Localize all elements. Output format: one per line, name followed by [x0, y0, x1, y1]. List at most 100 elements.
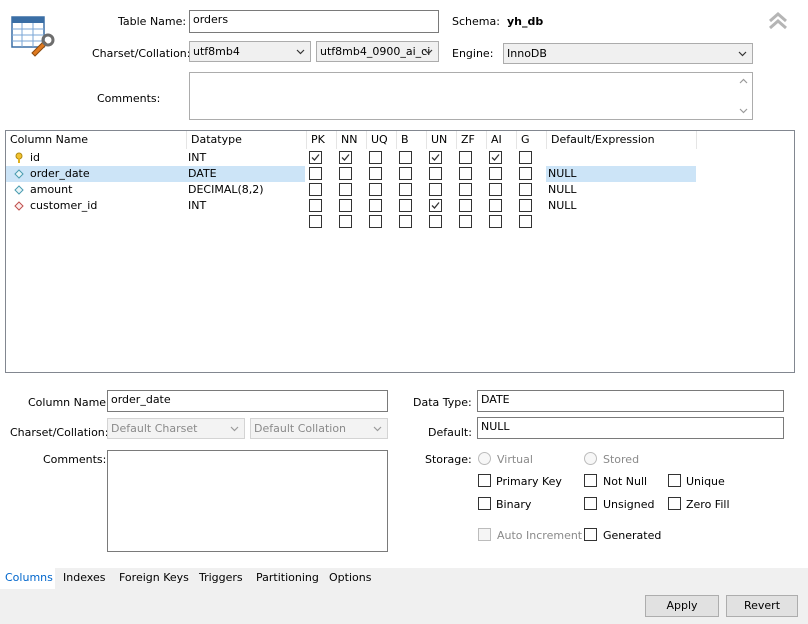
- column-icon: [14, 169, 24, 179]
- collation-select[interactable]: utf8mb4_0900_ai_ci: [316, 41, 439, 62]
- zf-checkbox[interactable]: [459, 199, 472, 212]
- tab-indexes[interactable]: Indexes: [63, 571, 105, 587]
- revert-button[interactable]: Revert: [726, 595, 798, 617]
- unique-checkbox[interactable]: [668, 474, 681, 487]
- collapse-icon[interactable]: [767, 10, 789, 32]
- new-row[interactable]: [6, 214, 794, 230]
- primary-key-checkbox[interactable]: [478, 474, 491, 487]
- data-type-input[interactable]: DATE: [477, 390, 784, 412]
- g-checkbox[interactable]: [519, 199, 532, 212]
- ai-checkbox[interactable]: [489, 183, 502, 196]
- uq-checkbox[interactable]: [369, 199, 382, 212]
- ai-checkbox[interactable]: [489, 215, 502, 228]
- auto-increment-checkbox[interactable]: [478, 528, 491, 541]
- nn-checkbox[interactable]: [339, 167, 352, 180]
- column-icon: [14, 185, 24, 195]
- charset-label: Charset/Collation:: [92, 47, 191, 60]
- not-null-checkbox[interactable]: [584, 474, 597, 487]
- un-checkbox[interactable]: [429, 199, 442, 212]
- detail-comments-input[interactable]: [107, 450, 388, 552]
- uq-checkbox[interactable]: [369, 167, 382, 180]
- scroll-down-icon[interactable]: [739, 106, 748, 115]
- header-uq[interactable]: UQ: [367, 131, 397, 149]
- zero-fill-checkbox[interactable]: [668, 497, 681, 510]
- b-checkbox[interactable]: [399, 183, 412, 196]
- g-checkbox[interactable]: [519, 215, 532, 228]
- ai-checkbox[interactable]: [489, 167, 502, 180]
- un-checkbox[interactable]: [429, 183, 442, 196]
- tab-partitioning[interactable]: Partitioning: [256, 571, 319, 587]
- default-cell[interactable]: NULL: [548, 166, 577, 182]
- tab-foreign-keys[interactable]: Foreign Keys: [119, 571, 189, 587]
- ai-checkbox[interactable]: [489, 199, 502, 212]
- default-label: Default:: [428, 426, 472, 439]
- tab-columns[interactable]: Columns: [5, 571, 53, 587]
- zf-checkbox[interactable]: [459, 215, 472, 228]
- header-g[interactable]: G: [517, 131, 547, 149]
- un-checkbox[interactable]: [429, 215, 442, 228]
- virtual-radio[interactable]: [478, 452, 491, 465]
- header-zf[interactable]: ZF: [457, 131, 487, 149]
- un-checkbox[interactable]: [429, 151, 442, 164]
- b-checkbox[interactable]: [399, 151, 412, 164]
- header-datatype[interactable]: Datatype: [187, 131, 307, 149]
- pk-checkbox[interactable]: [309, 199, 322, 212]
- g-checkbox[interactable]: [519, 151, 532, 164]
- nn-checkbox[interactable]: [339, 199, 352, 212]
- table-row[interactable]: customer_id INT NULL: [6, 198, 794, 214]
- zf-checkbox[interactable]: [459, 151, 472, 164]
- table-row[interactable]: amount DECIMAL(8,2) NULL: [6, 182, 794, 198]
- zf-checkbox[interactable]: [459, 167, 472, 180]
- table-row-selected[interactable]: order_date DATE NULL: [6, 166, 794, 182]
- header-nn[interactable]: NN: [337, 131, 367, 149]
- header-column-name[interactable]: Column Name: [6, 131, 187, 149]
- unsigned-checkbox[interactable]: [584, 497, 597, 510]
- charset-select-value: utf8mb4: [193, 45, 240, 58]
- table-row[interactable]: id INT: [6, 150, 794, 166]
- b-checkbox[interactable]: [399, 167, 412, 180]
- default-input[interactable]: NULL: [477, 417, 784, 439]
- binary-checkbox[interactable]: [478, 497, 491, 510]
- engine-select[interactable]: InnoDB: [503, 43, 753, 64]
- detail-collation-select[interactable]: Default Collation: [250, 418, 388, 439]
- header-un[interactable]: UN: [427, 131, 457, 149]
- header-pk[interactable]: PK: [307, 131, 337, 149]
- header-ai[interactable]: AI: [487, 131, 517, 149]
- column-name-cell: id: [30, 151, 41, 164]
- uq-checkbox[interactable]: [369, 183, 382, 196]
- generated-checkbox[interactable]: [584, 528, 597, 541]
- tab-options[interactable]: Options: [329, 571, 371, 587]
- pk-checkbox[interactable]: [309, 167, 322, 180]
- uq-checkbox[interactable]: [369, 151, 382, 164]
- tab-triggers[interactable]: Triggers: [199, 571, 243, 587]
- table-name-input[interactable]: orders: [189, 10, 439, 33]
- detail-charset-select[interactable]: Default Charset: [107, 418, 245, 439]
- uq-checkbox[interactable]: [369, 215, 382, 228]
- un-checkbox[interactable]: [429, 167, 442, 180]
- pk-checkbox[interactable]: [309, 183, 322, 196]
- header-b[interactable]: B: [397, 131, 427, 149]
- nn-checkbox[interactable]: [339, 183, 352, 196]
- chevron-down-icon: [738, 51, 747, 57]
- zf-checkbox[interactable]: [459, 183, 472, 196]
- column-name-input[interactable]: order_date: [107, 390, 388, 412]
- default-cell[interactable]: NULL: [548, 198, 577, 214]
- header-default[interactable]: Default/Expression: [547, 131, 697, 149]
- pk-checkbox[interactable]: [309, 151, 322, 164]
- apply-button[interactable]: Apply: [645, 595, 719, 617]
- table-comments-input[interactable]: [189, 72, 753, 120]
- charset-select[interactable]: utf8mb4: [189, 41, 311, 62]
- nn-checkbox[interactable]: [339, 151, 352, 164]
- ai-checkbox[interactable]: [489, 151, 502, 164]
- scroll-up-icon[interactable]: [739, 77, 748, 86]
- stored-radio[interactable]: [584, 452, 597, 465]
- g-checkbox[interactable]: [519, 183, 532, 196]
- auto-increment-label: Auto Increment: [497, 529, 583, 542]
- column-grid[interactable]: Column Name Datatype PK NN UQ B UN ZF AI…: [5, 130, 795, 373]
- b-checkbox[interactable]: [399, 215, 412, 228]
- default-cell[interactable]: NULL: [548, 182, 577, 198]
- g-checkbox[interactable]: [519, 167, 532, 180]
- b-checkbox[interactable]: [399, 199, 412, 212]
- pk-checkbox[interactable]: [309, 215, 322, 228]
- nn-checkbox[interactable]: [339, 215, 352, 228]
